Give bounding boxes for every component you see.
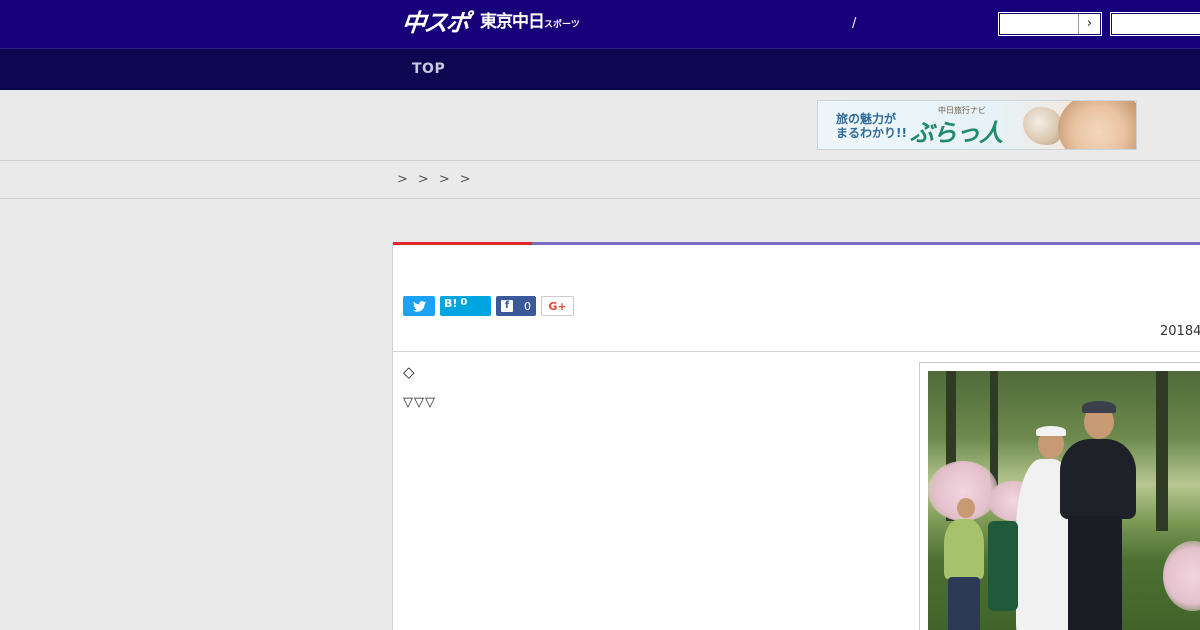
photo-blossom	[1163, 541, 1200, 611]
banner-model-image	[1058, 101, 1136, 149]
breadcrumb-separator: >	[438, 172, 450, 187]
ad-banner[interactable]: 旅の魅力が まるわかり!! 中日旅行ナビ ぶらっ人	[817, 100, 1137, 150]
breadcrumb-separator: >	[397, 172, 408, 187]
breadcrumb-separator: >	[459, 172, 471, 187]
photo-person	[988, 521, 1018, 611]
photo-person	[944, 519, 984, 579]
global-nav: TOP	[0, 48, 1200, 90]
photo-person	[1036, 426, 1066, 436]
logo-sub-small-text: スポーツ	[544, 20, 580, 30]
banner-copy: 旅の魅力が まるわかり!!	[836, 112, 907, 140]
google-plus-share-button[interactable]: G+	[541, 296, 574, 316]
article-body-line: ▽▽▽	[403, 395, 436, 410]
banner-copy-line1: 旅の魅力が	[836, 112, 897, 126]
facebook-share-button[interactable]: f 0	[496, 296, 536, 316]
article-divider	[393, 351, 1200, 352]
breadcrumb: > > > >	[397, 172, 471, 187]
twitter-share-button[interactable]	[403, 296, 435, 316]
banner-brand: ぶらっ人	[910, 119, 1003, 147]
chevron-right-icon: ›	[1086, 16, 1093, 31]
article-top-accent	[393, 242, 532, 245]
google-plus-icon: G+	[548, 299, 567, 313]
logo-sub-text: 東京中日スポーツ	[480, 12, 580, 32]
article: B! 0 f 0 G+ 20184 ◇ ▽▽▽	[392, 242, 1200, 630]
banner-copy-line2: まるわかり!!	[836, 126, 907, 140]
logo-main-text: 中スポ	[400, 9, 470, 37]
site-logo[interactable]: 中スポ 東京中日スポーツ	[400, 9, 580, 37]
hatena-count: 0	[460, 297, 468, 308]
search-input[interactable]: ›	[998, 12, 1102, 36]
site-header: 中スポ 東京中日スポーツ / ›	[0, 0, 1200, 48]
search-submit-button[interactable]: ›	[1078, 14, 1100, 34]
photo-person	[948, 577, 980, 630]
article-date: 20184	[1160, 324, 1200, 339]
article-photo-frame	[919, 362, 1200, 630]
article-photo[interactable]	[928, 371, 1200, 630]
hatena-bookmark-button[interactable]: B! 0	[440, 296, 491, 316]
breadcrumb-bar: > > > >	[0, 160, 1200, 199]
breadcrumb-separator: >	[417, 172, 429, 187]
twitter-icon	[412, 300, 426, 312]
photo-tree	[1156, 371, 1168, 531]
facebook-icon: f	[501, 300, 513, 312]
banner-shell-image	[1023, 107, 1063, 145]
photo-person	[1060, 439, 1136, 519]
photo-person	[1082, 401, 1116, 413]
header-separator: /	[852, 16, 857, 31]
member-input[interactable]	[1110, 12, 1200, 36]
facebook-count: 0	[524, 299, 531, 313]
nav-item-top[interactable]: TOP	[412, 61, 445, 77]
photo-person	[1068, 516, 1122, 630]
hatena-icon: B!	[444, 297, 458, 310]
photo-person-head	[957, 498, 975, 518]
article-body-line: ◇	[403, 363, 415, 381]
